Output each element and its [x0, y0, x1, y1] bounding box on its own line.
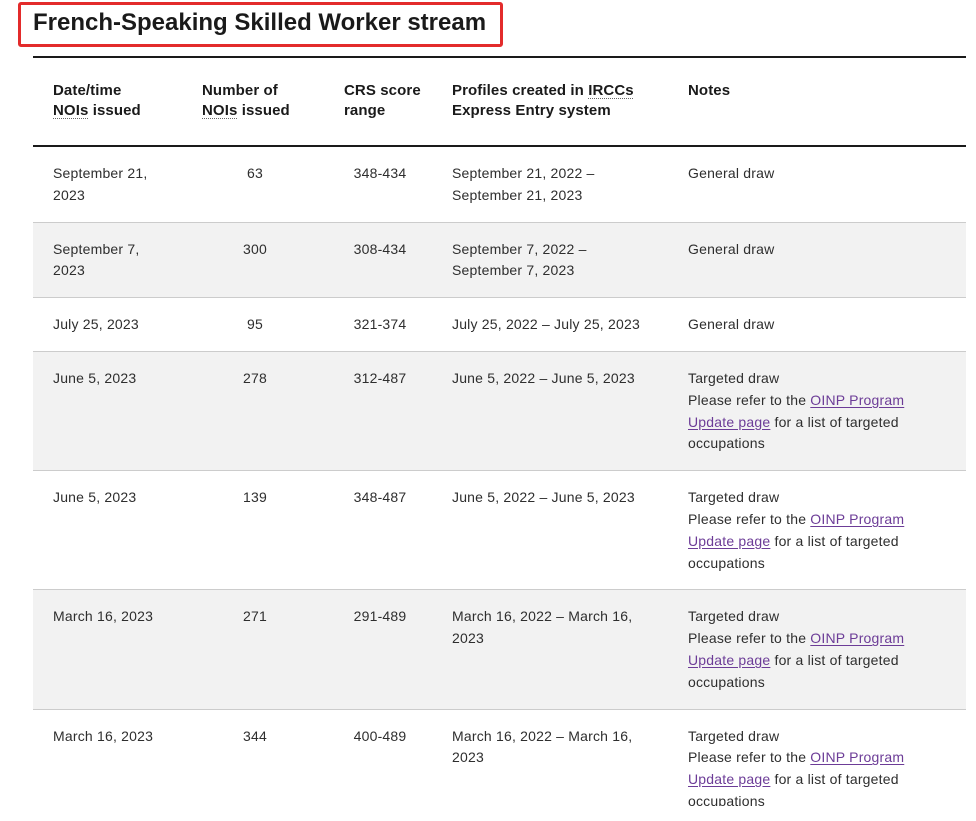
cell-crs-range: 321-374: [353, 316, 407, 333]
header-notes-text: Notes: [688, 82, 731, 99]
abbr-irccs: IRCCs: [588, 82, 634, 99]
note-text: Please refer to the OINP Program Update …: [688, 390, 928, 455]
note-draw-type: Targeted draw: [688, 727, 780, 744]
header-profiles-text-end: Express Entry system: [452, 102, 611, 119]
note-text: Please refer to the OINP Program Update …: [688, 509, 928, 574]
header-number-text-end: issued: [237, 102, 290, 119]
note-text-start: Please refer to the: [688, 749, 811, 766]
cell-notes: General draw: [670, 223, 966, 298]
header-date-text: Date/time: [53, 82, 122, 99]
section-title: French-Speaking Skilled Worker stream: [33, 9, 487, 36]
note-draw-type: General draw: [688, 165, 775, 181]
cell-date: September 7, 2023: [53, 240, 140, 279]
note-draw-type: Targeted draw: [688, 608, 780, 625]
cell-notes: Targeted draw Please refer to the OINP P…: [670, 590, 966, 708]
cell-date: June 5, 2023: [53, 489, 137, 506]
section-heading-highlight: French-Speaking Skilled Worker stream: [18, 2, 503, 47]
header-notes: Notes: [670, 58, 966, 145]
cell-notes: Targeted draw Please refer to the OINP P…: [670, 710, 966, 806]
cell-notes: General draw: [670, 147, 966, 222]
cell-profiles-period: September 21, 2022 – September 21, 2023: [452, 165, 595, 203]
cell-nois-count: 271: [243, 608, 267, 625]
header-profiles: Profiles created in IRCCs Express Entry …: [434, 58, 670, 145]
cell-nois-count: 344: [243, 727, 267, 744]
note-text-start: Please refer to the: [688, 630, 811, 647]
cell-notes: General draw: [670, 298, 966, 351]
cell-profiles-period: September 7, 2022 – September 7, 2023: [452, 240, 587, 279]
note-draw-type: General draw: [688, 240, 775, 257]
header-number-text: Number of: [202, 82, 278, 99]
table-body: September 21, 2023 63 348-434 September …: [33, 147, 966, 806]
table-header-row: Date/time NOIs issued Number of NOIs iss…: [33, 58, 966, 147]
note-text-start: Please refer to the: [688, 510, 811, 527]
header-number: Number of NOIs issued: [184, 58, 326, 145]
table-row: March 16, 2023 344 400-489 March 16, 202…: [33, 710, 966, 806]
cell-profiles-period: June 5, 2022 – June 5, 2023: [452, 369, 635, 386]
cell-date: July 25, 2023: [53, 316, 139, 333]
cell-nois-count: 95: [247, 316, 263, 333]
header-crs: CRS score range: [326, 58, 434, 145]
cell-crs-range: 312-487: [353, 369, 407, 386]
header-crs-text: CRS score range: [344, 82, 421, 119]
table-row: June 5, 2023 278 312-487 June 5, 2022 – …: [33, 351, 966, 472]
page: French-Speaking Skilled Worker stream Da…: [0, 0, 976, 821]
note-draw-type: Targeted draw: [688, 369, 780, 386]
abbr-nois: NOIs: [53, 102, 89, 119]
cell-nois-count: 278: [243, 369, 267, 386]
cell-crs-range: 348-434: [353, 165, 407, 181]
cell-crs-range: 348-487: [353, 489, 407, 506]
cell-profiles-period: March 16, 2022 – March 16, 2023: [452, 608, 633, 647]
header-profiles-text: Profiles created in: [452, 82, 589, 99]
table-row: July 25, 2023 95 321-374 July 25, 2022 –…: [33, 298, 966, 352]
cell-nois-count: 139: [243, 489, 267, 506]
cell-date: September 21, 2023: [53, 165, 148, 203]
note-text-start: Please refer to the: [688, 391, 811, 408]
cell-profiles-period: July 25, 2022 – July 25, 2023: [452, 316, 640, 333]
header-date-text-end: issued: [88, 102, 141, 119]
cell-notes: Targeted draw Please refer to the OINP P…: [670, 352, 966, 470]
note-draw-type: Targeted draw: [688, 489, 780, 506]
note-draw-type: General draw: [688, 316, 775, 333]
cell-profiles-period: June 5, 2022 – June 5, 2023: [452, 489, 635, 506]
cell-nois-count: 300: [243, 240, 267, 257]
cell-crs-range: 308-434: [353, 240, 407, 257]
cell-crs-range: 400-489: [353, 727, 407, 744]
header-date-label: Date/time NOIs issued: [53, 81, 153, 121]
cell-nois-count: 63: [247, 165, 263, 181]
cell-notes: Targeted draw Please refer to the OINP P…: [670, 471, 966, 589]
cell-profiles-period: March 16, 2022 – March 16, 2023: [452, 727, 633, 766]
note-text: Please refer to the OINP Program Update …: [688, 628, 928, 693]
table-row: June 5, 2023 139 348-487 June 5, 2022 – …: [33, 471, 966, 591]
table-row: September 21, 2023 63 348-434 September …: [33, 147, 966, 223]
table-row: March 16, 2023 271 291-489 March 16, 202…: [33, 590, 966, 710]
cell-date: March 16, 2023: [53, 727, 154, 744]
noi-draws-table: Date/time NOIs issued Number of NOIs iss…: [33, 56, 966, 806]
abbr-nois: NOIs: [202, 102, 238, 119]
header-date: Date/time NOIs issued: [33, 58, 184, 145]
cell-crs-range: 291-489: [353, 608, 407, 625]
table-row: September 7, 2023 300 308-434 September …: [33, 222, 966, 299]
cell-date: March 16, 2023: [53, 608, 154, 625]
cell-date: June 5, 2023: [53, 369, 137, 386]
note-text: Please refer to the OINP Program Update …: [688, 747, 928, 806]
